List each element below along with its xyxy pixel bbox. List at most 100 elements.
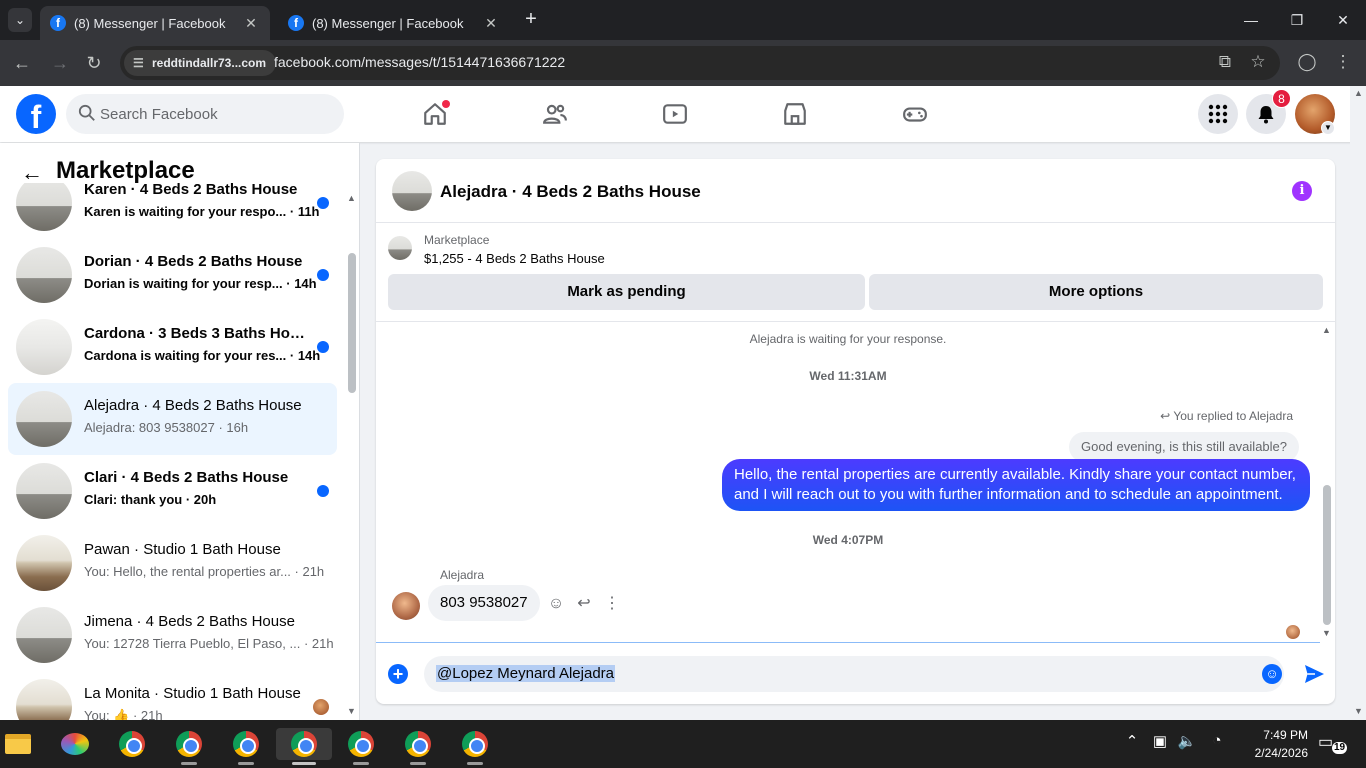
react-emoji-icon[interactable]: ☺: [545, 593, 567, 615]
scroll-down-icon[interactable]: ▼: [1354, 706, 1363, 716]
video-nav-button[interactable]: [620, 90, 730, 138]
conversation-item[interactable]: Jimena · 4 Beds 2 Baths House You: 12728…: [8, 599, 337, 671]
search-input[interactable]: [100, 94, 330, 134]
bell-icon: [1258, 106, 1274, 124]
meet-now-icon[interactable]: ▣: [1149, 732, 1171, 750]
unread-dot: [317, 197, 329, 209]
scroll-down-icon[interactable]: ▼: [347, 706, 356, 716]
chat-avatar[interactable]: [392, 171, 432, 211]
forward-icon[interactable]: →: [48, 51, 72, 75]
mark-as-pending-button[interactable]: Mark as pending: [388, 274, 865, 310]
scroll-up-icon[interactable]: ▲: [1354, 88, 1363, 98]
site-settings-icon: ☰: [133, 56, 144, 70]
add-attachment-icon[interactable]: +: [388, 664, 408, 684]
composer-text[interactable]: @Lopez Meynard Alejadra: [436, 665, 615, 682]
send-icon[interactable]: [1302, 662, 1326, 686]
url-text[interactable]: facebook.com/messages/t/1514471636671222: [274, 54, 565, 70]
scroll-thumb[interactable]: [348, 253, 356, 393]
paint-icon[interactable]: [59, 728, 91, 760]
chrome-profile-icon[interactable]: [230, 728, 262, 760]
listing-thumbnail[interactable]: [388, 236, 412, 260]
chrome-icon[interactable]: [116, 728, 148, 760]
incoming-message[interactable]: 803 9538027: [428, 585, 540, 621]
friends-nav-button[interactable]: [500, 90, 610, 138]
volume-icon[interactable]: 🔈: [1176, 732, 1198, 750]
close-window-button[interactable]: ✕: [1320, 0, 1366, 40]
bookmark-star-icon[interactable]: ☆: [1247, 51, 1269, 73]
marketplace-nav-button[interactable]: [740, 90, 850, 138]
install-app-icon[interactable]: ⧉: [1214, 51, 1236, 73]
gaming-nav-button[interactable]: [860, 90, 970, 138]
browser-tab-2[interactable]: f (8) Messenger | Facebook ✕: [278, 6, 510, 40]
conversation-item[interactable]: Clari · 4 Beds 2 Baths House Clari: than…: [8, 455, 337, 527]
browser-tab-1[interactable]: f (8) Messenger | Facebook ✕: [40, 6, 270, 40]
listing-thumbnail: [16, 463, 72, 519]
more-actions-icon[interactable]: ⋮: [601, 593, 623, 615]
message-input[interactable]: @Lopez Meynard Alejadra: [424, 656, 1284, 692]
seen-avatar: [313, 699, 329, 715]
active-indicator: [292, 762, 316, 765]
info-icon[interactable]: i: [1292, 181, 1312, 201]
chrome-profile-icon-active[interactable]: [276, 728, 332, 760]
wifi-icon[interactable]: ◔: [1206, 732, 1228, 749]
browser-menu-icon[interactable]: ⋮: [1332, 51, 1354, 73]
more-options-button[interactable]: More options: [869, 274, 1323, 310]
conversation-item[interactable]: Karen · 4 Beds 2 Baths House Karen is wa…: [8, 183, 337, 239]
conversation-item-selected[interactable]: Alejadra · 4 Beds 2 Baths House Alejadra…: [8, 383, 337, 455]
chrome-profile-icon[interactable]: [173, 728, 205, 760]
replied-label: ↩ You replied to Alejadra: [1160, 409, 1293, 423]
file-explorer-icon[interactable]: [2, 728, 34, 760]
chrome-profile-icon[interactable]: [402, 728, 434, 760]
conversation-item[interactable]: La Monita · Studio 1 Bath House You: 👍 ·…: [8, 671, 337, 720]
message-composer: + @Lopez Meynard Alejadra ☺: [376, 643, 1335, 704]
chat-scrollbar[interactable]: ▲ ▼: [1320, 323, 1334, 641]
profile-icon[interactable]: ◯: [1296, 51, 1318, 73]
notification-count: 19: [1332, 742, 1348, 754]
reload-icon[interactable]: ↻: [82, 51, 106, 75]
listing-thumbnail: [16, 319, 72, 375]
home-nav-button[interactable]: [380, 90, 490, 138]
minimize-button[interactable]: —: [1228, 0, 1274, 40]
new-tab-button[interactable]: +: [520, 8, 542, 32]
page-scrollbar[interactable]: ▲ ▼: [1350, 86, 1366, 720]
conversation-name: Alejadra · 4 Beds 2 Baths House: [84, 397, 302, 414]
listing-thumbnail: [16, 679, 72, 720]
chrome-profile-icon[interactable]: [345, 728, 377, 760]
conversation-name: Dorian · 4 Beds 2 Baths House: [84, 253, 303, 270]
sender-avatar[interactable]: [392, 592, 420, 620]
close-tab-icon[interactable]: ✕: [482, 15, 500, 32]
scroll-down-icon[interactable]: ▼: [1322, 628, 1331, 638]
conversation-item[interactable]: Cardona · 3 Beds 3 Baths House Cardona i…: [8, 311, 337, 383]
scroll-up-icon[interactable]: ▲: [1322, 325, 1331, 335]
conversation-item[interactable]: Pawan · Studio 1 Bath House You: Hello, …: [8, 527, 337, 599]
site-info-chip[interactable]: ☰ reddtindallr73...com: [124, 50, 277, 76]
close-tab-icon[interactable]: ✕: [242, 15, 260, 32]
listing-title[interactable]: $1,255 - 4 Beds 2 Baths House: [424, 251, 605, 266]
chrome-profile-icon[interactable]: [459, 728, 491, 760]
reply-icon[interactable]: ↩: [573, 593, 595, 615]
notification-center-icon[interactable]: ▭ 19: [1318, 732, 1348, 754]
tray-chevron-icon[interactable]: ⌃: [1121, 732, 1143, 750]
omnibox[interactable]: ☰ reddtindallr73...com facebook.com/mess…: [120, 46, 1280, 80]
back-icon[interactable]: ←: [10, 51, 34, 75]
facebook-logo-icon[interactable]: f: [16, 94, 56, 134]
conversation-item[interactable]: Dorian · 4 Beds 2 Baths House Dorian is …: [8, 239, 337, 311]
running-indicator: [467, 762, 483, 765]
conversation-preview: Karen is waiting for your respo... · 11h: [84, 204, 320, 219]
conversation-name: Karen · 4 Beds 2 Baths House: [84, 183, 298, 198]
sidebar-scrollbar[interactable]: ▲ ▼: [344, 191, 359, 720]
outgoing-message[interactable]: Hello, the rental properties are current…: [722, 459, 1310, 511]
chat-title[interactable]: Alejadra · 4 Beds 2 Baths House: [440, 182, 701, 202]
account-chevron-icon[interactable]: ▼: [1321, 121, 1335, 135]
facebook-search[interactable]: [66, 94, 344, 134]
emoji-icon[interactable]: ☺: [1262, 664, 1282, 684]
restore-button[interactable]: ❐: [1274, 0, 1320, 40]
system-clock[interactable]: 7:49 PM 2/24/2026: [1236, 726, 1308, 762]
conversation-name: Clari · 4 Beds 2 Baths House: [84, 469, 289, 486]
tab-search-chevron-icon[interactable]: ⌄: [8, 8, 32, 32]
running-indicator: [353, 762, 369, 765]
menu-button[interactable]: [1198, 94, 1238, 134]
scroll-thumb[interactable]: [1323, 485, 1331, 625]
quoted-message[interactable]: Good evening, is this still available?: [1069, 432, 1299, 462]
scroll-up-icon[interactable]: ▲: [347, 193, 356, 203]
